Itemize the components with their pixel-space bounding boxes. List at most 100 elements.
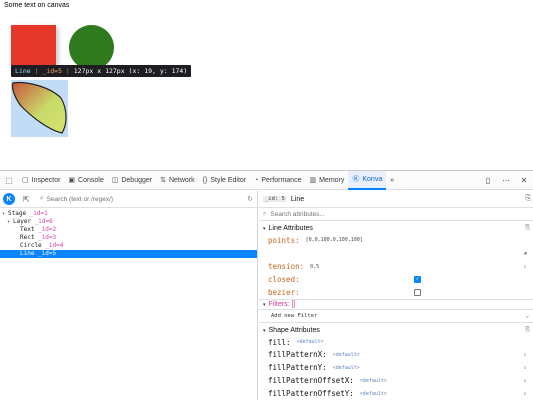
attr-default-value[interactable]: <default> [360, 391, 387, 397]
tooltip-separator-2: | [65, 67, 70, 75]
debugger-icon: ◫ [111, 177, 119, 184]
canvas-circle-node[interactable] [69, 25, 114, 70]
pick-element-icon[interactable]: ⬚ [0, 171, 18, 190]
add-filter-select[interactable]: Add new Filter ⌄ [259, 310, 533, 323]
tab-label: Inspector [31, 176, 61, 184]
search-icon: ⌕ [39, 195, 44, 202]
tree-item-stage[interactable]: ▾ Stage _id=1 [0, 210, 257, 218]
more-options-icon[interactable]: ⋯ [497, 171, 515, 190]
devtools-panel: ⬚ ▢ Inspector ▣ Console ◫ Debugger ⇅ Net… [0, 170, 533, 400]
resize-handle-icon[interactable]: ◢ [521, 250, 529, 256]
tooltip-node-id: _id=5 [42, 67, 62, 75]
attr-closed: closed: ✓ [259, 273, 533, 286]
tree-item-id: _id=1 [29, 210, 48, 217]
responsive-mode-icon[interactable]: ▯ [479, 171, 497, 190]
shape-attributes-header[interactable]: ▾ Shape Attributes ⎘ [259, 325, 533, 336]
refresh-icon[interactable]: ↻ [247, 195, 253, 203]
tab-performance[interactable]: ◔ Performance [250, 171, 305, 190]
line-attributes-header[interactable]: ▾ Line Attributes ⎘ [259, 223, 533, 234]
memory-icon: ▥ [309, 177, 317, 184]
attr-fill-pattern-x: fillPatternX: <default> ⇕ [259, 348, 533, 361]
filters-header[interactable]: ▾ Filters: [] [259, 299, 533, 310]
performance-icon: ◔ [254, 176, 259, 184]
tree-item-layer[interactable]: ▾ Layer _id=6 [0, 218, 257, 226]
attr-default-value[interactable]: <default> [297, 339, 324, 345]
network-icon: ⇅ [160, 177, 166, 184]
attr-tension: tension: 0.5 ⇕ [259, 260, 533, 273]
tree-item-id: _id=2 [38, 226, 57, 233]
selected-node-header: _id: 5 Line ⎘ [259, 191, 533, 208]
tab-label: Konva [362, 175, 383, 183]
attr-name: tension: [268, 262, 305, 271]
tab-memory[interactable]: ▥ Memory [305, 171, 348, 190]
attr-name: fill: [268, 337, 291, 347]
node-tooltip: Line | _id=5 | 127px x 127px (x: 19, y: … [11, 65, 192, 77]
tree-item-text[interactable]: Text _id=2 [0, 226, 257, 234]
tree-item-label: Line [20, 250, 35, 257]
tooltip-separator: | [34, 67, 39, 75]
tab-label: Console [78, 176, 104, 184]
attribute-search-bar: ⌕ [259, 208, 533, 221]
section-title: Line Attributes [268, 225, 313, 232]
tree-item-label: Text [20, 226, 35, 233]
attributes-panel: _id: 5 Line ⎘ ⌕ ▾ Line Attributes ⎘ poin… [259, 191, 533, 400]
tree-item-line[interactable]: Line _id=5 [0, 250, 257, 258]
tree-search-bar: K ⇱ ⌕ ↻ [0, 191, 257, 208]
style-editor-icon: {} [202, 176, 208, 184]
attr-default-value[interactable]: <default> [360, 378, 387, 384]
add-filter-label: Add new Filter [271, 313, 318, 319]
attr-default-value[interactable]: <default> [333, 352, 360, 358]
tab-konva[interactable]: Ⓚ Konva [348, 170, 387, 190]
tab-style-editor[interactable]: {} Style Editor [199, 171, 250, 190]
attr-name: fillPatternOffsetX: [268, 376, 354, 385]
tension-value[interactable]: 0.5 [310, 264, 319, 270]
pick-node-icon[interactable]: ⇱ [23, 195, 30, 204]
copy-icon[interactable]: ⎘ [525, 195, 531, 203]
stepper-icon[interactable]: ⇕ [521, 391, 529, 397]
closed-checkbox[interactable]: ✓ [414, 276, 421, 283]
selected-node-name: Line [290, 195, 305, 203]
bezier-checkbox[interactable] [414, 289, 421, 296]
tree-item-label: Stage [8, 210, 27, 217]
tree-item-id: _id=5 [38, 250, 57, 257]
node-tree: ▾ Stage _id=1 ▾ Layer _id=6 Text _id=2 Rec… [0, 208, 257, 258]
tab-console[interactable]: ▣ Console [64, 171, 107, 190]
tab-network[interactable]: ⇅ Network [156, 171, 199, 190]
canvas-line-node[interactable] [11, 80, 68, 137]
canvas-rect-node[interactable] [11, 25, 56, 70]
konva-canvas[interactable]: Some text on canvas Line | _id=5 | 127px… [0, 0, 533, 170]
attr-name: fillPatternOffsetY: [268, 389, 354, 398]
tab-overflow-chevron-icon[interactable]: » [386, 171, 398, 190]
canvas-text-node[interactable]: Some text on canvas [4, 2, 69, 9]
tree-item-label: Rect [20, 234, 35, 241]
tooltip-size-info: 127px x 127px (x: 19, y: 174) [73, 67, 188, 75]
stepper-icon[interactable]: ⇕ [521, 352, 529, 358]
attr-default-value[interactable]: <default> [333, 365, 360, 371]
stepper-icon[interactable]: ⇕ [521, 365, 529, 371]
collapse-caret-icon: ▾ [263, 301, 266, 308]
tree-item-label: Layer [13, 218, 32, 225]
devtools-toolbar: ⬚ ▢ Inspector ▣ Console ◫ Debugger ⇅ Net… [0, 170, 533, 190]
attr-name: fillPatternY: [268, 363, 327, 372]
section-title: Filters: [] [268, 301, 296, 308]
close-icon[interactable]: ✕ [515, 171, 533, 190]
copy-icon[interactable]: ⎘ [525, 327, 530, 334]
node-tree-panel: K ⇱ ⌕ ↻ ▾Stage _id=1 ▾Layer _id=6 Text _… [0, 191, 258, 400]
tree-item-rect[interactable]: Rect _id=3 [0, 234, 257, 242]
attribute-search-input[interactable] [270, 210, 491, 218]
tab-inspector[interactable]: ▢ Inspector [18, 171, 64, 190]
tab-label: Debugger [121, 176, 153, 184]
attr-name: closed: [268, 275, 300, 284]
tree-item-circle[interactable]: Circle _id=4 [0, 242, 257, 250]
attr-fill-pattern-offset-x: fillPatternOffsetX: <default> ⇕ [259, 374, 533, 387]
tree-search-input[interactable] [46, 195, 227, 203]
copy-icon[interactable]: ⎘ [525, 225, 530, 232]
tab-debugger[interactable]: ◫ Debugger [108, 171, 156, 190]
tab-label: Memory [319, 176, 345, 184]
points-value[interactable]: [0,0,100,0,100,100] [306, 237, 363, 243]
tree-item-id: _id=6 [34, 218, 53, 225]
stepper-icon[interactable]: ⇕ [521, 264, 529, 270]
stepper-icon[interactable]: ⇕ [521, 378, 529, 384]
section-title: Shape Attributes [268, 327, 320, 334]
tree-item-label: Circle [20, 242, 42, 249]
